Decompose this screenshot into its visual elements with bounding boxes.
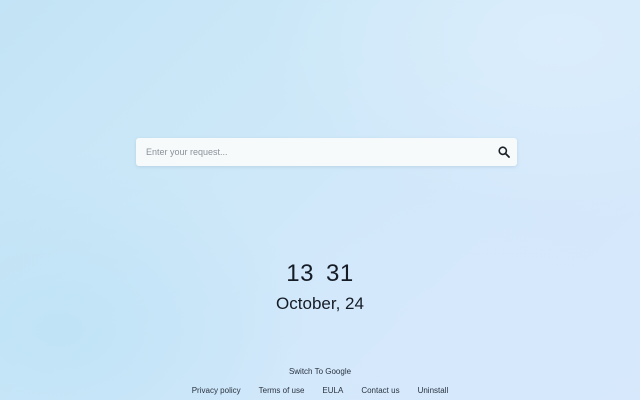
search-button[interactable] [491, 138, 517, 166]
footer-link-uninstall[interactable]: Uninstall [418, 386, 449, 395]
footer-link-terms[interactable]: Terms of use [259, 386, 305, 395]
switch-to-google-link[interactable]: Switch To Google [289, 367, 351, 376]
switch-to-google-container: Switch To Google [0, 367, 640, 376]
footer: Privacy policy Terms of use EULA Contact… [0, 386, 640, 395]
search-bar [136, 138, 517, 166]
clock-hours: 13 [286, 260, 314, 287]
footer-link-contact[interactable]: Contact us [361, 386, 399, 395]
search-input[interactable] [136, 138, 491, 166]
footer-link-eula[interactable]: EULA [322, 386, 343, 395]
clock-time: 13 31 [0, 260, 640, 288]
search-icon [498, 146, 510, 158]
clock-date: October, 24 [276, 294, 364, 313]
footer-link-privacy[interactable]: Privacy policy [192, 386, 241, 395]
clock-minutes: 31 [326, 260, 354, 287]
